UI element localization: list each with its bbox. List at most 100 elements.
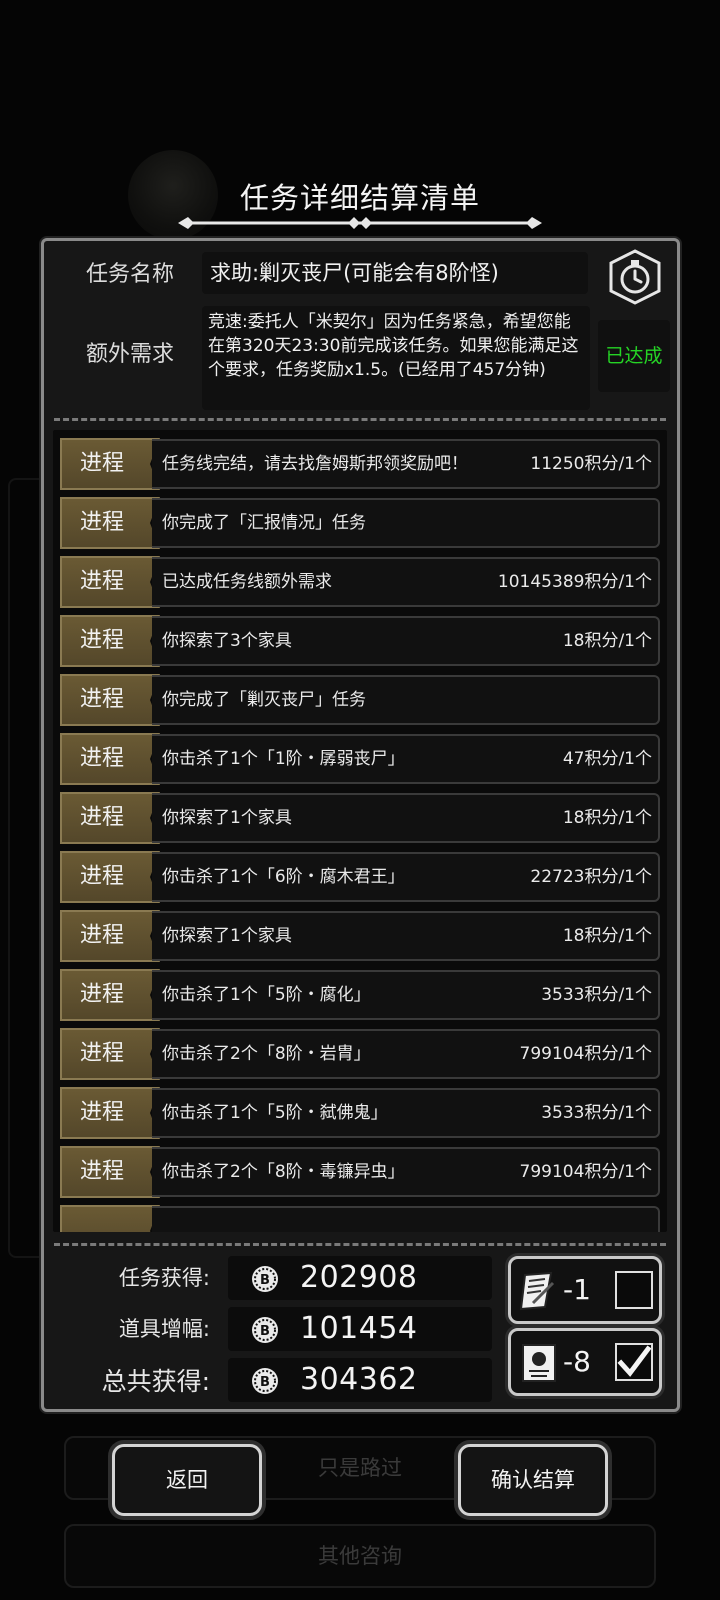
progress-row-body: 你击杀了2个「8阶・毒镰异虫」 799104积分/1个 — [152, 1147, 660, 1197]
progress-description: 你探索了1个家具 — [162, 926, 292, 946]
progress-description: 你击杀了2个「8阶・岩胄」 — [162, 1044, 371, 1064]
progress-row-body: 你探索了1个家具 18积分/1个 — [152, 911, 660, 961]
item-card-scroll[interactable]: -1 — [508, 1256, 662, 1324]
progress-row: 进程 你击杀了1个「6阶・腐木君王」 22723积分/1个 — [60, 851, 660, 903]
progress-row-body: 你探索了1个家具 18积分/1个 — [152, 793, 660, 843]
progress-tag — [60, 1205, 160, 1232]
progress-points: 3533积分/1个 — [541, 1103, 652, 1123]
back-button[interactable]: 返回 — [112, 1444, 262, 1516]
mission-earned-value: 202908 — [300, 1260, 418, 1295]
progress-points: 799104积分/1个 — [519, 1162, 652, 1182]
progress-points: 10145389积分/1个 — [497, 572, 652, 592]
task-name-value: 求助:剿灭丧尸(可能会有8阶怪) — [202, 252, 588, 294]
svg-text:B: B — [260, 1375, 270, 1390]
item-card-ticket[interactable]: -8 — [508, 1328, 662, 1396]
progress-row: 进程 你击杀了2个「8阶・岩胄」 799104积分/1个 — [60, 1028, 660, 1080]
progress-row-body: 你探索了3个家具 18积分/1个 — [152, 616, 660, 666]
progress-tag-label: 进程 — [79, 569, 124, 594]
progress-row-body — [152, 1206, 660, 1232]
coin-icon: B — [252, 1266, 278, 1292]
progress-tag-label: 进程 — [79, 1100, 124, 1125]
progress-tag-label: 进程 — [79, 923, 124, 948]
task-name-label: 任务名称 — [85, 262, 174, 287]
progress-points: 22723积分/1个 — [530, 867, 652, 887]
progress-row-partial — [60, 1205, 660, 1232]
coin-icon: B — [252, 1317, 278, 1343]
progress-row: 进程 你探索了3个家具 18积分/1个 — [60, 615, 660, 667]
progress-tag-label: 进程 — [79, 1041, 124, 1066]
item-count: -8 — [563, 1345, 591, 1378]
progress-description: 任务线完结，请去找詹姆斯邦领奖励吧！ — [162, 454, 468, 474]
progress-tag: 进程 — [60, 969, 160, 1021]
total-earned-box: B 304362 — [228, 1358, 492, 1402]
progress-row-body: 你完成了「汇报情况」任务 — [152, 498, 660, 548]
progress-description: 你击杀了1个「1阶・孱弱丧尸」 — [162, 749, 405, 769]
progress-row-body: 你击杀了2个「8阶・岩胄」 799104积分/1个 — [152, 1029, 660, 1079]
item-bonus-label: 道具增幅: — [118, 1317, 210, 1341]
progress-row: 进程 你完成了「剿灭丧尸」任务 — [60, 674, 660, 726]
total-earned-value: 304362 — [300, 1362, 418, 1397]
confirm-settlement-button[interactable]: 确认结算 — [458, 1444, 608, 1516]
progress-tag: 进程 — [60, 556, 160, 608]
svg-text:B: B — [260, 1273, 270, 1288]
item-bonus-box: B 101454 — [228, 1307, 492, 1351]
progress-tag: 进程 — [60, 674, 160, 726]
stopwatch-icon — [609, 249, 661, 305]
progress-description: 已达成任务线额外需求 — [162, 572, 332, 592]
progress-description: 你探索了3个家具 — [162, 631, 292, 651]
progress-tag-label: 进程 — [79, 864, 124, 889]
item-checkbox[interactable] — [615, 1343, 653, 1381]
dialog-title: 任务详细结算清单 — [239, 181, 480, 215]
progress-points: 799104积分/1个 — [519, 1044, 652, 1064]
item-bonus-value: 101454 — [300, 1311, 418, 1346]
progress-tag-label: 进程 — [79, 746, 124, 771]
progress-tag: 进程 — [60, 438, 160, 490]
item-checkbox[interactable] — [615, 1271, 653, 1309]
progress-row-body: 你击杀了1个「5阶・腐化」 3533积分/1个 — [152, 970, 660, 1020]
progress-row: 进程 你击杀了2个「8阶・毒镰异虫」 799104积分/1个 — [60, 1146, 660, 1198]
progress-tag: 进程 — [60, 733, 160, 785]
progress-tag-label: 进程 — [79, 805, 124, 830]
progress-points: 11250积分/1个 — [530, 454, 652, 474]
progress-tag-label: 进程 — [79, 1159, 124, 1184]
progress-row-body: 任务线完结，请去找詹姆斯邦领奖励吧！ 11250积分/1个 — [152, 439, 660, 489]
progress-points: 18积分/1个 — [562, 926, 652, 946]
progress-description: 你完成了「剿灭丧尸」任务 — [162, 690, 366, 710]
progress-row: 进程 你探索了1个家具 18积分/1个 — [60, 910, 660, 962]
progress-row-body: 已达成任务线额外需求 10145389积分/1个 — [152, 557, 660, 607]
title-ornament — [178, 217, 542, 229]
progress-row: 进程 你完成了「汇报情况」任务 — [60, 497, 660, 549]
progress-description: 你探索了1个家具 — [162, 808, 292, 828]
svg-text:B: B — [260, 1324, 270, 1339]
progress-tag-label: 进程 — [79, 687, 124, 712]
progress-tag: 进程 — [60, 497, 160, 549]
progress-tag: 进程 — [60, 851, 160, 903]
ticket-icon — [522, 1344, 556, 1382]
progress-tag: 进程 — [60, 792, 160, 844]
progress-row: 进程 你击杀了1个「5阶・弑佛鬼」 3533积分/1个 — [60, 1087, 660, 1139]
divider — [54, 418, 666, 421]
progress-row: 进程 任务线完结，请去找詹姆斯邦领奖励吧！ 11250积分/1个 — [60, 438, 660, 490]
mission-earned-box: B 202908 — [228, 1256, 492, 1300]
progress-points: 18积分/1个 — [562, 808, 652, 828]
progress-row-body: 你完成了「剿灭丧尸」任务 — [152, 675, 660, 725]
mission-earned-label: 任务获得: — [118, 1266, 210, 1290]
progress-description: 你击杀了1个「5阶・弑佛鬼」 — [162, 1103, 388, 1123]
progress-row-body: 你击杀了1个「1阶・孱弱丧尸」 47积分/1个 — [152, 734, 660, 784]
progress-description: 你击杀了1个「5阶・腐化」 — [162, 985, 371, 1005]
extra-requirement-label: 额外需求 — [85, 342, 174, 367]
progress-list[interactable]: 进程 任务线完结，请去找詹姆斯邦领奖励吧！ 11250积分/1个 进程 你完成了「汇报情… — [53, 430, 667, 1232]
status-badge: 已达成 — [598, 320, 670, 392]
progress-tag: 进程 — [60, 1146, 160, 1198]
progress-row-body: 你击杀了1个「5阶・弑佛鬼」 3533积分/1个 — [152, 1088, 660, 1138]
progress-description: 你击杀了2个「8阶・毒镰异虫」 — [162, 1162, 405, 1182]
progress-tag: 进程 — [60, 615, 160, 667]
progress-row-body: 你击杀了1个「6阶・腐木君王」 22723积分/1个 — [152, 852, 660, 902]
progress-tag: 进程 — [60, 1087, 160, 1139]
progress-points: 18积分/1个 — [562, 631, 652, 651]
progress-row: 进程 你击杀了1个「5阶・腐化」 3533积分/1个 — [60, 969, 660, 1021]
progress-points: 3533积分/1个 — [541, 985, 652, 1005]
scroll-icon — [519, 1271, 555, 1311]
checkmark-icon — [617, 1345, 651, 1377]
coin-icon: B — [252, 1368, 278, 1394]
